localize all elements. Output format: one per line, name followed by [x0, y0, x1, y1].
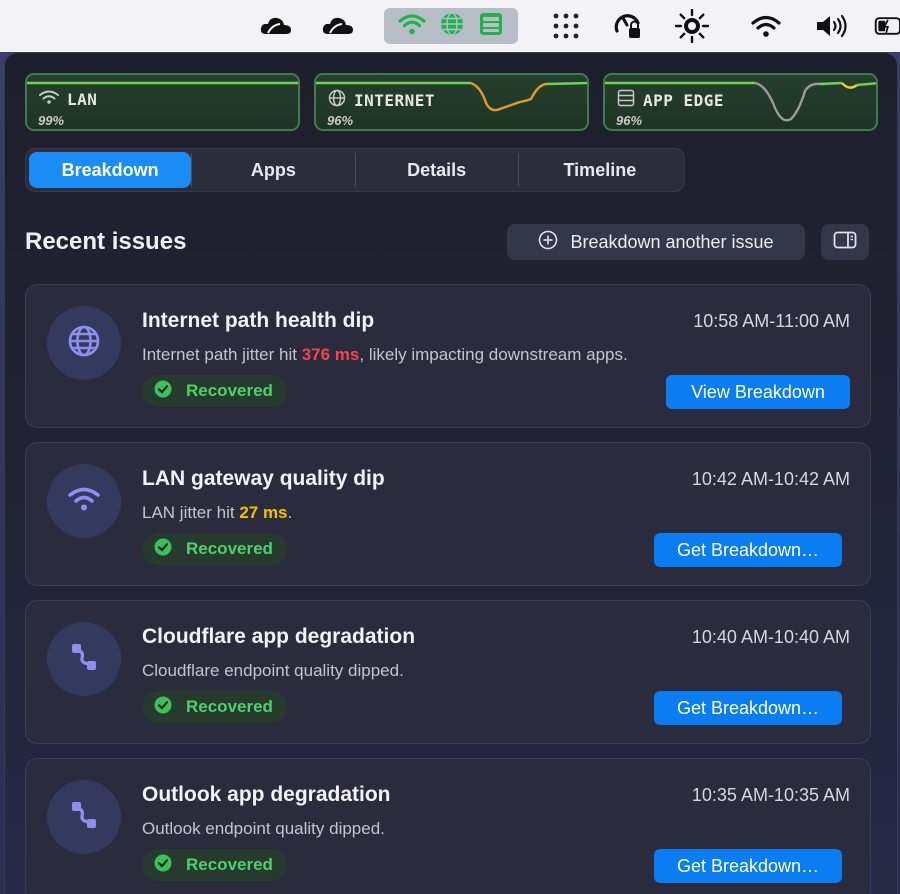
breakdown-another-label: Breakdown another issue: [570, 231, 774, 252]
issue-title: LAN gateway quality dip: [142, 467, 385, 490]
app-grid-icon[interactable]: [550, 10, 582, 42]
tab-apps[interactable]: Apps: [192, 152, 354, 188]
status-label: Recovered: [186, 855, 273, 874]
issue-icon-badge: [47, 306, 121, 380]
server-status-icon: [478, 11, 504, 42]
tab-timeline[interactable]: Timeline: [519, 152, 681, 188]
lock-gauge-icon[interactable]: [610, 10, 646, 42]
globe-icon: [67, 324, 101, 363]
metric-value: 96%: [616, 113, 643, 128]
server-icon: [617, 89, 635, 111]
metric-app-edge[interactable]: APP EDGE 96%: [603, 73, 878, 131]
status-label: Recovered: [186, 697, 273, 716]
issue-icon-badge: [47, 464, 121, 538]
metric-lan[interactable]: LAN 99%: [25, 73, 300, 131]
desc-text: , likely impacting downstream apps.: [359, 345, 628, 364]
issue-time: 10:58 AM-11:00 AM: [693, 311, 850, 331]
metric-label: INTERNET: [354, 90, 436, 110]
get-breakdown-button[interactable]: Get Breakdown…: [654, 533, 842, 567]
status-badge: Recovered: [142, 533, 287, 565]
issue-time: 10:35 AM-10:35 AM: [691, 785, 850, 805]
desc-text: LAN jitter hit: [142, 503, 240, 522]
metrics-row: LAN 99% INTERNET 96% APP EDGE 96%: [25, 73, 878, 131]
status-label: Recovered: [186, 539, 273, 558]
status-badge: Recovered: [142, 849, 287, 881]
get-breakdown-button[interactable]: Get Breakdown…: [654, 691, 842, 725]
metric-label: APP EDGE: [643, 90, 725, 110]
tab-details[interactable]: Details: [356, 152, 518, 188]
status-label: Recovered: [186, 381, 273, 400]
desc-text: Internet path jitter hit: [142, 345, 302, 364]
wifi-status-icon: [398, 12, 426, 41]
wifi-icon[interactable]: [748, 10, 784, 42]
metric-value: 99%: [38, 113, 65, 128]
metric-label: LAN: [67, 89, 98, 109]
cloud-icon[interactable]: [256, 10, 296, 42]
section-title: Recent issues: [25, 228, 187, 255]
globe-status-icon: [439, 11, 465, 42]
status-group[interactable]: [384, 8, 518, 44]
metric-internet[interactable]: INTERNET 96%: [314, 73, 589, 131]
toggle-sidebar-button[interactable]: [821, 224, 869, 260]
plus-circle-icon: [538, 230, 558, 255]
issue-title: Internet path health dip: [142, 309, 375, 332]
status-badge: Recovered: [142, 691, 287, 723]
route-icon: [68, 640, 100, 679]
sun-icon[interactable]: [674, 9, 710, 43]
battery-icon[interactable]: [874, 10, 900, 42]
desc-text: .: [287, 503, 293, 522]
check-circle-icon: [154, 854, 172, 877]
menu-bar: [0, 0, 900, 52]
status-badge: Recovered: [142, 375, 287, 407]
issue-description: Cloudflare endpoint quality dipped.: [142, 661, 404, 680]
issue-icon-badge: [47, 622, 121, 696]
issue-icon-badge: [47, 780, 121, 854]
check-circle-icon: [154, 696, 172, 719]
view-breakdown-button[interactable]: View Breakdown: [666, 375, 850, 409]
issue-time: 10:40 AM-10:40 AM: [691, 627, 850, 647]
issue-card: Outlook app degradation 10:35 AM-10:35 A…: [25, 758, 871, 894]
breakdown-another-issue-button[interactable]: Breakdown another issue: [507, 224, 805, 260]
check-circle-icon: [154, 380, 172, 403]
route-icon: [68, 798, 100, 837]
issue-card: Cloudflare app degradation 10:40 AM-10:4…: [25, 600, 871, 744]
issue-title: Outlook app degradation: [142, 783, 391, 806]
tab-breakdown[interactable]: Breakdown: [29, 152, 192, 188]
cloud-icon[interactable]: [318, 10, 358, 42]
metric-value: 96%: [327, 113, 354, 128]
tab-bar: Breakdown Apps Details Timeline: [25, 148, 685, 192]
wifi-icon: [39, 89, 59, 109]
issue-description: LAN jitter hit 27 ms.: [142, 503, 292, 523]
wifi-icon: [67, 486, 101, 517]
check-circle-icon: [154, 538, 172, 561]
globe-icon: [328, 89, 346, 111]
get-breakdown-button[interactable]: Get Breakdown…: [654, 849, 842, 883]
issue-card: LAN gateway quality dip 10:42 AM-10:42 A…: [25, 442, 871, 586]
issue-description: Outlook endpoint quality dipped.: [142, 819, 385, 838]
volume-icon[interactable]: [812, 10, 852, 42]
issue-description: Internet path jitter hit 376 ms, likely …: [142, 345, 628, 365]
sidebar-icon: [833, 231, 857, 254]
network-panel: LAN 99% INTERNET 96% APP EDGE 96% Breakd…: [4, 52, 898, 894]
issue-card: Internet path health dip 10:58 AM-11:00 …: [25, 284, 871, 428]
issue-time: 10:42 AM-10:42 AM: [691, 469, 850, 489]
desc-value: 27 ms: [239, 503, 288, 522]
issue-title: Cloudflare app degradation: [142, 625, 416, 648]
desc-value: 376 ms: [301, 345, 360, 364]
